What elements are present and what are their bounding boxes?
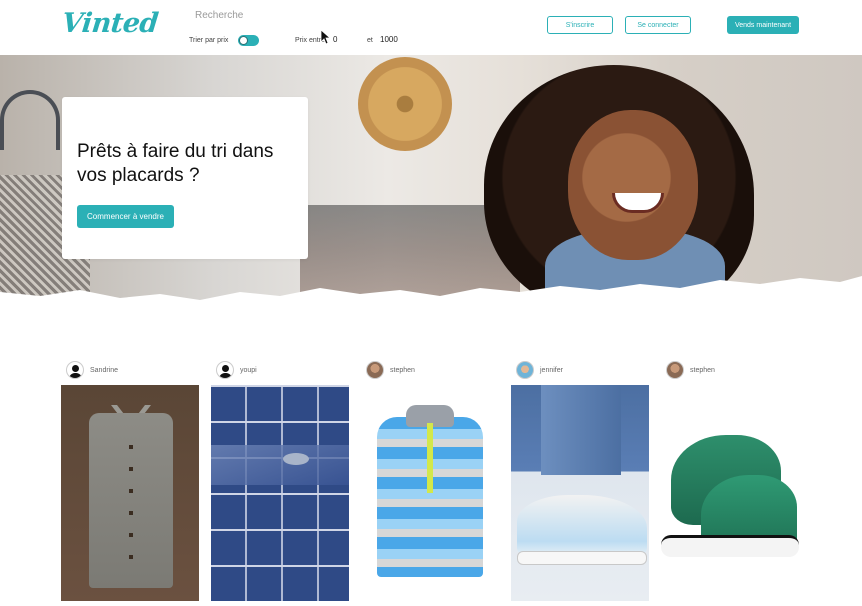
item-photo-striped-sweater[interactable] — [361, 385, 499, 601]
mouse-cursor-icon — [320, 29, 332, 45]
item-photo-green-converse[interactable] — [661, 385, 799, 601]
shirt-buttons — [129, 445, 133, 565]
sell-now-button[interactable]: Vends maintenant — [727, 16, 799, 34]
top-nav: Vinted Trier par prix Prix entre 0 et 10… — [0, 0, 862, 55]
username: stephen — [390, 366, 415, 374]
listing-user[interactable]: stephen — [366, 360, 415, 380]
straw-hat-image — [358, 57, 452, 151]
listing-user[interactable]: stephen — [666, 360, 715, 380]
username: stephen — [690, 366, 715, 374]
smiling-woman-image — [568, 110, 698, 260]
user-photo-avatar — [666, 361, 684, 379]
tile-grout — [211, 385, 349, 601]
price-and-label: et — [367, 37, 373, 44]
user-photo-avatar — [516, 361, 534, 379]
price-max-input[interactable]: 1000 — [380, 35, 410, 44]
converse-sole — [661, 535, 799, 557]
login-button[interactable]: Se connecter — [625, 16, 691, 34]
jeans-leg — [541, 385, 621, 475]
username: Sandrine — [90, 366, 119, 374]
hero-title: Prêts à faire du tri dans vos placards ? — [77, 141, 274, 186]
item-photo-sleeveless-shirt[interactable] — [61, 385, 199, 601]
sweater-zip — [427, 423, 433, 493]
person-icon — [66, 361, 84, 379]
search-input[interactable] — [190, 6, 340, 24]
toggle-knob — [239, 36, 248, 45]
torn-paper-edge — [0, 276, 862, 312]
username: jennifer — [540, 366, 563, 374]
item-photo-white-sneakers[interactable] — [511, 385, 649, 601]
sort-by-price-label: Trier par prix — [189, 37, 229, 44]
sort-by-price-toggle[interactable] — [238, 35, 259, 46]
hero-card: Prêts à faire du tri dans vos placards ?… — [62, 97, 308, 259]
user-photo-avatar — [366, 361, 384, 379]
username: youpi — [240, 366, 257, 374]
listing-user[interactable]: jennifer — [516, 360, 563, 380]
person-icon — [216, 361, 234, 379]
listing-user[interactable]: Sandrine — [66, 360, 118, 380]
tile-edge — [211, 445, 349, 485]
hanger-image — [0, 90, 60, 150]
item-photo-blue-tiles[interactable] — [211, 385, 349, 601]
sneaker-sole — [517, 551, 647, 565]
vinted-logo[interactable]: Vinted — [60, 8, 159, 39]
price-min-input[interactable]: 0 — [333, 35, 357, 44]
signup-button[interactable]: S'inscrire — [547, 16, 613, 34]
start-selling-button[interactable]: Commencer à vendre — [77, 205, 174, 228]
listing-user[interactable]: youpi — [216, 360, 257, 380]
tile-ornament — [283, 453, 309, 465]
